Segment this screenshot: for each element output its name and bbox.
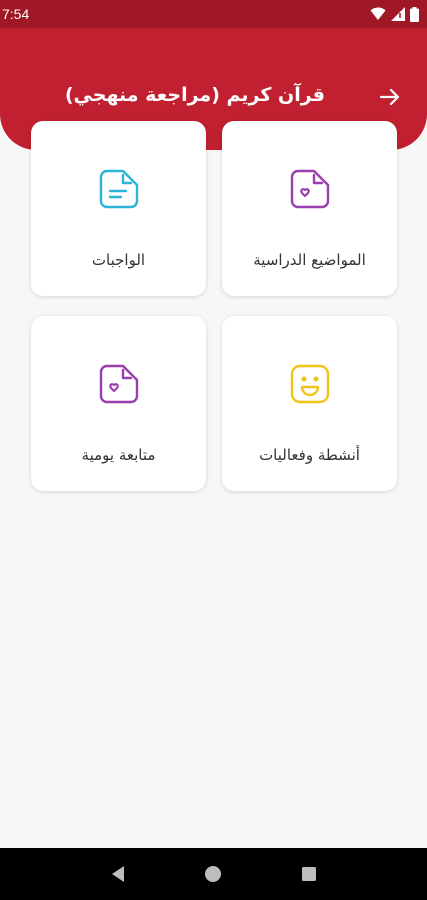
smiley-icon [290, 364, 329, 404]
wifi-icon [370, 7, 386, 20]
card-label: المواضيع الدراسية [253, 251, 366, 269]
page-title: قرآن كريم (مراجعة منهجي) [64, 84, 325, 106]
card-label: الواجبات [91, 251, 146, 269]
card-study-topics[interactable]: المواضيع الدراسية [222, 121, 397, 296]
recents-square-icon [302, 867, 317, 881]
card-label: متابعة يومية [81, 446, 156, 464]
card-daily-followup[interactable]: متابعة يومية [31, 316, 206, 491]
document-heart-icon [99, 364, 138, 404]
document-lines-icon [99, 169, 138, 209]
card-label: أنشطة وفعاليات [259, 446, 360, 464]
card-homework[interactable]: الواجبات [31, 121, 206, 296]
nav-recents-button[interactable] [297, 862, 321, 886]
status-icons [370, 6, 419, 22]
card-activities[interactable]: أنشطة وفعاليات [222, 316, 397, 491]
system-nav-bar [0, 848, 427, 900]
battery-icon [410, 6, 419, 22]
nav-back-button[interactable] [106, 862, 130, 886]
signal-icon [391, 7, 405, 21]
back-triangle-icon [111, 866, 124, 882]
back-button[interactable] [377, 84, 403, 110]
status-time: 7:54 [2, 6, 30, 22]
document-heart-icon [290, 169, 329, 209]
nav-home-button[interactable] [201, 862, 225, 886]
status-bar: 7:54 [0, 0, 427, 28]
home-circle-icon [205, 866, 222, 882]
arrow-right-icon [379, 88, 400, 106]
